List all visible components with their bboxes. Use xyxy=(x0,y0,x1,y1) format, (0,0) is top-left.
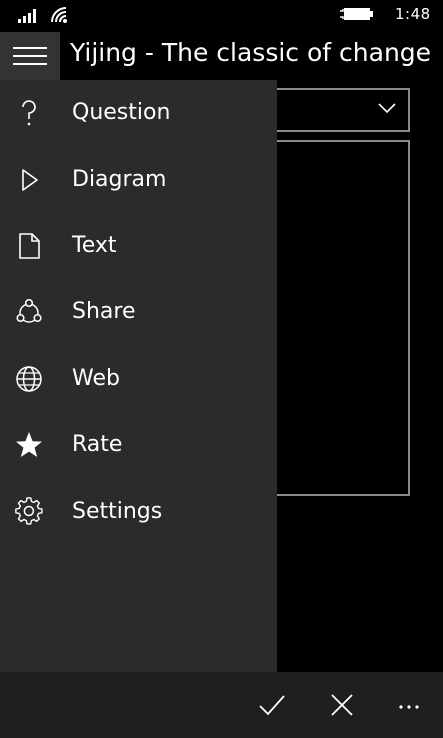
globe-icon xyxy=(16,366,42,392)
nav-item-label: Question xyxy=(72,100,171,125)
document-icon xyxy=(19,233,40,259)
more-icon[interactable] xyxy=(396,690,426,720)
page-title: Yijing - The classic of change xyxy=(70,38,432,67)
title-bar: Yijing - The classic of change xyxy=(0,32,443,80)
checkmark-icon[interactable] xyxy=(257,690,287,720)
app-screen: 1:48 Yijing - The classic of change Ques… xyxy=(0,0,443,738)
nav-item-question[interactable]: Question xyxy=(0,86,277,140)
nav-item-label: Rate xyxy=(72,432,123,457)
status-bar: 1:48 xyxy=(0,0,443,32)
question-icon xyxy=(22,100,36,126)
close-icon[interactable] xyxy=(327,690,357,720)
nav-item-rate[interactable]: Rate xyxy=(0,418,277,472)
nav-item-label: Settings xyxy=(72,499,163,524)
nav-item-web[interactable]: Web xyxy=(0,352,277,406)
hamburger-menu-button[interactable] xyxy=(0,32,60,80)
clock-time: 1:48 xyxy=(395,5,431,23)
navigation-pane: Question Diagram Text Share Web Rate Set… xyxy=(0,80,277,672)
nav-item-share[interactable]: Share xyxy=(0,285,277,339)
play-icon xyxy=(22,169,38,191)
nav-item-label: Web xyxy=(72,366,120,391)
app-bar xyxy=(0,672,443,738)
chevron-down-icon xyxy=(378,103,396,114)
question-text-area[interactable] xyxy=(270,140,410,496)
signal-strength-icon xyxy=(18,9,36,23)
nav-item-label: Text xyxy=(72,233,117,258)
nav-item-label: Diagram xyxy=(72,167,167,192)
nav-item-settings[interactable]: Settings xyxy=(0,485,277,539)
hamburger-icon xyxy=(13,47,47,65)
share-icon xyxy=(16,298,42,323)
gear-icon xyxy=(15,497,43,525)
nav-item-label: Share xyxy=(72,299,136,324)
nav-item-diagram[interactable]: Diagram xyxy=(0,153,277,207)
wifi-icon xyxy=(51,7,67,23)
nav-item-text[interactable]: Text xyxy=(0,219,277,273)
question-combo-box[interactable] xyxy=(270,88,410,132)
battery-charging-icon xyxy=(340,8,373,20)
star-icon xyxy=(16,432,42,457)
